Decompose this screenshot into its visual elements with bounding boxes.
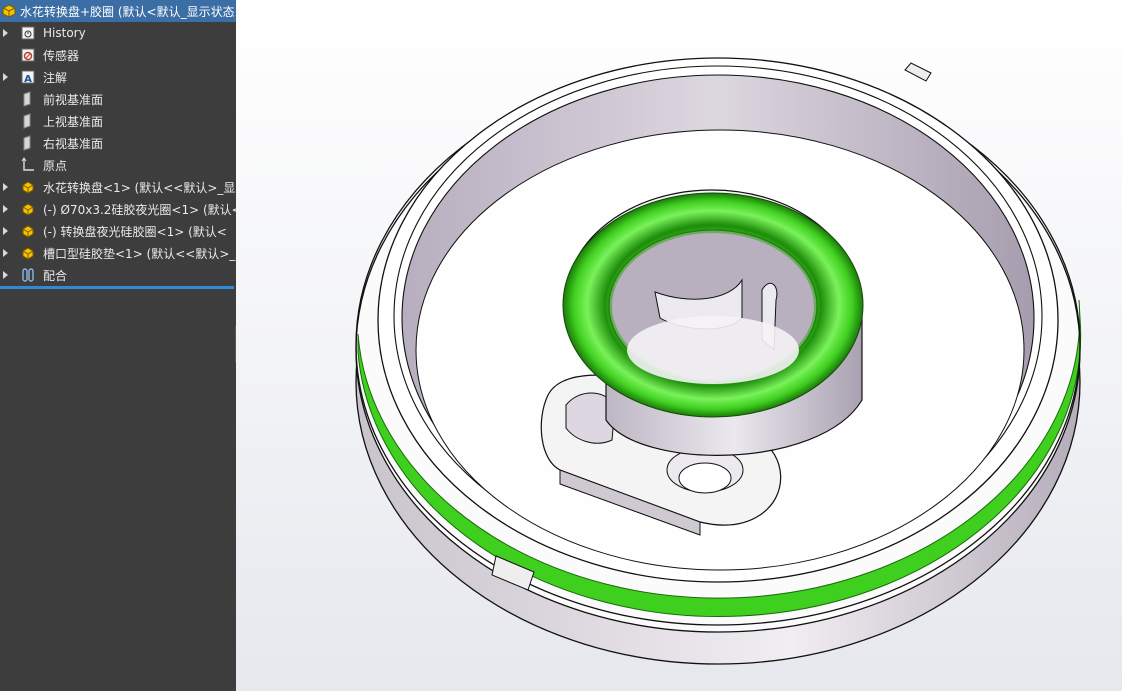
- tree-item-4[interactable]: 上视基准面: [0, 110, 236, 132]
- expand-arrow-icon[interactable]: [3, 183, 8, 191]
- tree-item-2[interactable]: A 注解: [0, 66, 236, 88]
- expand-arrow-icon[interactable]: [3, 73, 8, 81]
- part-icon: [20, 201, 36, 217]
- feature-manager-tree: 水花转换盘+胶圈 (默认<默认_显示状态 History 传感器 A 注解前视基准面上…: [0, 0, 236, 691]
- part-icon: [20, 245, 36, 261]
- tree-item-label: 注解: [43, 70, 68, 85]
- tree-item-label: 配合: [43, 268, 68, 283]
- plane-icon: [20, 135, 36, 151]
- expand-arrow-icon[interactable]: [3, 205, 8, 213]
- tree-item-label: 上视基准面: [43, 114, 104, 129]
- expand-arrow-icon[interactable]: [3, 29, 8, 37]
- tree-item-0[interactable]: History: [0, 22, 236, 44]
- history-folder-icon: [20, 25, 36, 41]
- model-render: [355, 57, 1082, 665]
- tree-item-label: 前视基准面: [43, 92, 104, 107]
- tree-item-6[interactable]: 原点: [0, 154, 236, 176]
- tree-item-label: History: [43, 26, 86, 40]
- tree-item-3[interactable]: 前视基准面: [0, 88, 236, 110]
- tree-item-label: 原点: [43, 158, 68, 173]
- tree-item-8[interactable]: (-) Ø70x3.2硅胶夜光圈<1> (默认<: [0, 198, 236, 220]
- tree-item-label: 水花转换盘<1> (默认<<默认>_显示: [43, 180, 236, 195]
- tree-item-label: 槽口型硅胶垫<1> (默认<<默认>_显: [43, 246, 236, 261]
- mates-icon: [20, 267, 36, 283]
- tree-item-10[interactable]: 槽口型硅胶垫<1> (默认<<默认>_显: [0, 242, 236, 264]
- tree-item-label: (-) 转换盘夜光硅胶圈<1> (默认<: [43, 224, 227, 239]
- sensor-icon: [20, 47, 36, 63]
- tree-item-1[interactable]: 传感器: [0, 44, 236, 66]
- tree-root-label: 水花转换盘+胶圈 (默认<默认_显示状态: [20, 4, 235, 19]
- annotation-icon: A: [20, 69, 36, 85]
- plane-icon: [20, 113, 36, 129]
- tree-item-5[interactable]: 右视基准面: [0, 132, 236, 154]
- tree-item-7[interactable]: 水花转换盘<1> (默认<<默认>_显示: [0, 176, 236, 198]
- tree-item-11[interactable]: 配合: [0, 264, 236, 286]
- tree-item-label: 右视基准面: [43, 136, 104, 151]
- silicone-o-ring: [562, 192, 864, 418]
- origin-icon: [20, 157, 36, 173]
- plane-icon: [20, 91, 36, 107]
- graphics-viewport[interactable]: [236, 0, 1122, 691]
- tree-item-label: 传感器: [43, 48, 80, 63]
- assembly-icon: [1, 3, 17, 19]
- svg-text:A: A: [24, 74, 32, 85]
- rollback-bar[interactable]: [0, 286, 234, 289]
- expand-arrow-icon[interactable]: [3, 249, 8, 257]
- tree-item-label: (-) Ø70x3.2硅胶夜光圈<1> (默认<: [43, 202, 236, 217]
- tree-item-9[interactable]: (-) 转换盘夜光硅胶圈<1> (默认<: [0, 220, 236, 242]
- expand-arrow-icon[interactable]: [3, 271, 8, 279]
- expand-arrow-icon[interactable]: [3, 227, 8, 235]
- part-icon: [20, 223, 36, 239]
- tree-root-assembly[interactable]: 水花转换盘+胶圈 (默认<默认_显示状态: [0, 0, 236, 22]
- part-icon: [20, 179, 36, 195]
